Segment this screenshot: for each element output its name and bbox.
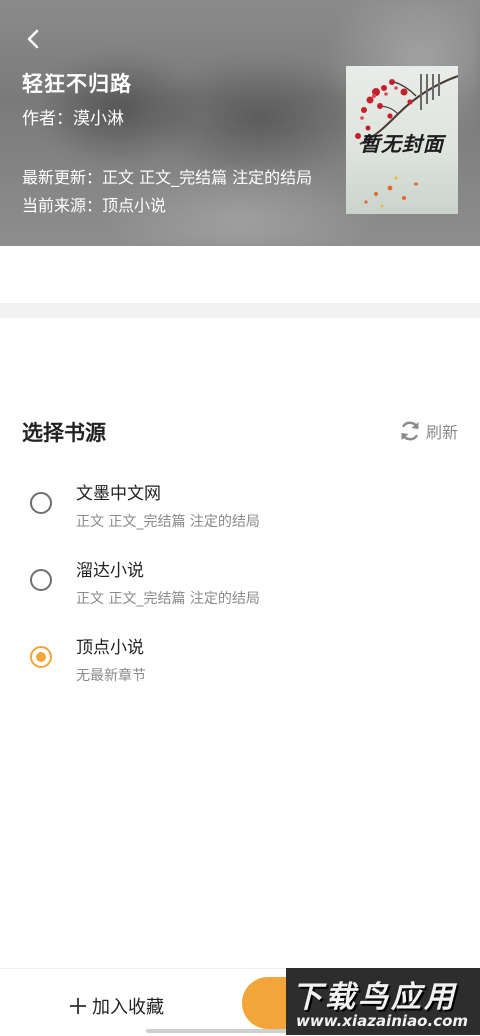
book-cover: 暂无封面 [346, 66, 458, 214]
source-chapter: 正文 正文_完结篇 注定的结局 [76, 514, 260, 530]
source-item-dingdian[interactable]: 顶点小说 无最新章节 [0, 633, 480, 703]
source-radio-selected[interactable] [30, 646, 52, 668]
book-author: 作者：漠小淋 [22, 109, 124, 129]
refresh-icon [398, 419, 422, 443]
refresh-button[interactable]: 刷新 [398, 419, 458, 443]
source-item-liuda[interactable]: 溜达小说 正文 正文_完结篇 注定的结局 [0, 556, 480, 626]
source-item-wenmo[interactable]: 文墨中文网 正文 正文_完结篇 注定的结局 [0, 479, 480, 549]
current-source: 当前来源：顶点小说 [22, 196, 167, 215]
source-section-title: 选择书源 [22, 421, 106, 445]
add-to-favorites-button[interactable]: 加入收藏 [68, 993, 164, 1019]
watermark-url: www.xiazainiao.com [296, 1012, 469, 1030]
source-name: 顶点小说 [76, 638, 144, 658]
source-name: 文墨中文网 [76, 484, 161, 504]
source-chapter: 无最新章节 [76, 668, 146, 684]
home-indicator[interactable] [146, 1029, 286, 1033]
source-radio[interactable] [30, 569, 52, 591]
back-arrow-icon [27, 29, 39, 49]
watermark-text: 下载鸟应用 [292, 980, 457, 1015]
book-title: 轻狂不归路 [22, 72, 132, 96]
no-cover-text: 暂无封面 [360, 132, 444, 156]
source-radio[interactable] [30, 492, 52, 514]
book-header: 轻狂不归路 作者：漠小淋 最新更新：正文 正文_完结篇 注定的结局 当前来源：顶… [0, 0, 480, 246]
source-chapter: 正文 正文_完结篇 注定的结局 [76, 591, 260, 607]
back-button[interactable] [18, 24, 48, 54]
plus-icon [68, 996, 88, 1016]
source-name: 溜达小说 [76, 561, 144, 581]
latest-update: 最新更新：正文 正文_完结篇 注定的结局 [22, 168, 313, 187]
refresh-label: 刷新 [425, 423, 458, 442]
watermark-logo: 下载鸟应用 www.xiazainiao.com [286, 968, 480, 1035]
add-to-favorites-label: 加入收藏 [92, 997, 164, 1018]
section-divider [0, 303, 480, 318]
